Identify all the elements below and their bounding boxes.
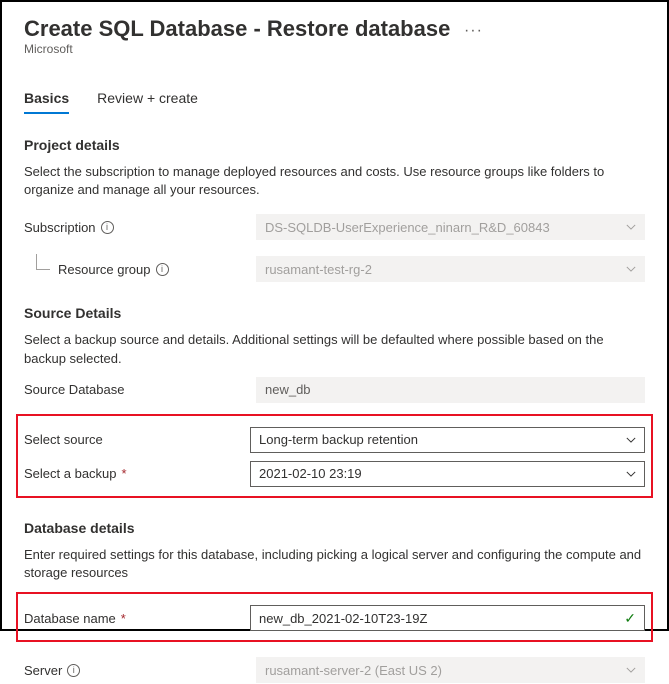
tab-review-create[interactable]: Review + create: [97, 90, 198, 114]
server-label: Server i: [24, 663, 256, 678]
chevron-down-icon: [626, 469, 636, 479]
more-icon[interactable]: ···: [464, 16, 483, 40]
required-indicator: *: [121, 611, 126, 626]
server-select[interactable]: rusamant-server-2 (East US 2): [256, 657, 645, 683]
info-icon[interactable]: i: [67, 664, 80, 677]
required-indicator: *: [122, 466, 127, 481]
resource-group-label-text: Resource group: [58, 262, 151, 277]
select-backup-value: 2021-02-10 23:19: [259, 466, 626, 481]
database-name-label: Database name *: [24, 611, 250, 626]
select-source-value: Long-term backup retention: [259, 432, 626, 447]
page-subtitle: Microsoft: [24, 42, 645, 56]
subscription-label-text: Subscription: [24, 220, 96, 235]
subscription-select[interactable]: DS-SQLDB-UserExperience_ninarn_R&D_60843: [256, 214, 645, 240]
resource-group-select[interactable]: rusamant-test-rg-2: [256, 256, 645, 282]
check-icon: ✓: [624, 610, 636, 627]
info-icon[interactable]: i: [101, 221, 114, 234]
tabs: Basics Review + create: [24, 90, 645, 115]
chevron-down-icon: [626, 665, 636, 675]
select-source-label-text: Select source: [24, 432, 103, 447]
project-description: Select the subscription to manage deploy…: [24, 163, 645, 199]
info-icon[interactable]: i: [156, 263, 169, 276]
subscription-label: Subscription i: [24, 220, 256, 235]
select-backup-label-text: Select a backup: [24, 466, 117, 481]
source-database-field: new_db: [256, 377, 645, 403]
subscription-value: DS-SQLDB-UserExperience_ninarn_R&D_60843: [265, 220, 626, 235]
section-source-details: Source Details: [24, 305, 645, 321]
select-backup-dropdown[interactable]: 2021-02-10 23:19: [250, 461, 645, 487]
source-database-value: new_db: [265, 382, 636, 397]
page-title: Create SQL Database - Restore database: [24, 16, 450, 41]
select-source-dropdown[interactable]: Long-term backup retention: [250, 427, 645, 453]
source-description: Select a backup source and details. Addi…: [24, 331, 645, 367]
server-value: rusamant-server-2 (East US 2): [265, 663, 626, 678]
database-description: Enter required settings for this databas…: [24, 546, 645, 582]
source-database-label-text: Source Database: [24, 382, 124, 397]
chevron-down-icon: [626, 222, 636, 232]
highlight-database-name: Database name * new_db_2021-02-10T23-19Z…: [16, 592, 653, 642]
database-name-value: new_db_2021-02-10T23-19Z: [259, 611, 624, 626]
section-project-details: Project details: [24, 137, 645, 153]
resource-group-value: rusamant-test-rg-2: [265, 262, 626, 277]
database-name-input[interactable]: new_db_2021-02-10T23-19Z ✓: [250, 605, 645, 631]
select-backup-label: Select a backup *: [24, 466, 250, 481]
tree-connector-icon: [36, 254, 50, 270]
resource-group-label: Resource group i: [24, 262, 256, 277]
section-database-details: Database details: [24, 520, 645, 536]
tab-basics[interactable]: Basics: [24, 90, 69, 114]
chevron-down-icon: [626, 264, 636, 274]
server-label-text: Server: [24, 663, 62, 678]
database-name-label-text: Database name: [24, 611, 116, 626]
chevron-down-icon: [626, 435, 636, 445]
highlight-source-selection: Select source Long-term backup retention…: [16, 414, 653, 498]
source-database-label: Source Database: [24, 382, 256, 397]
select-source-label: Select source: [24, 432, 250, 447]
